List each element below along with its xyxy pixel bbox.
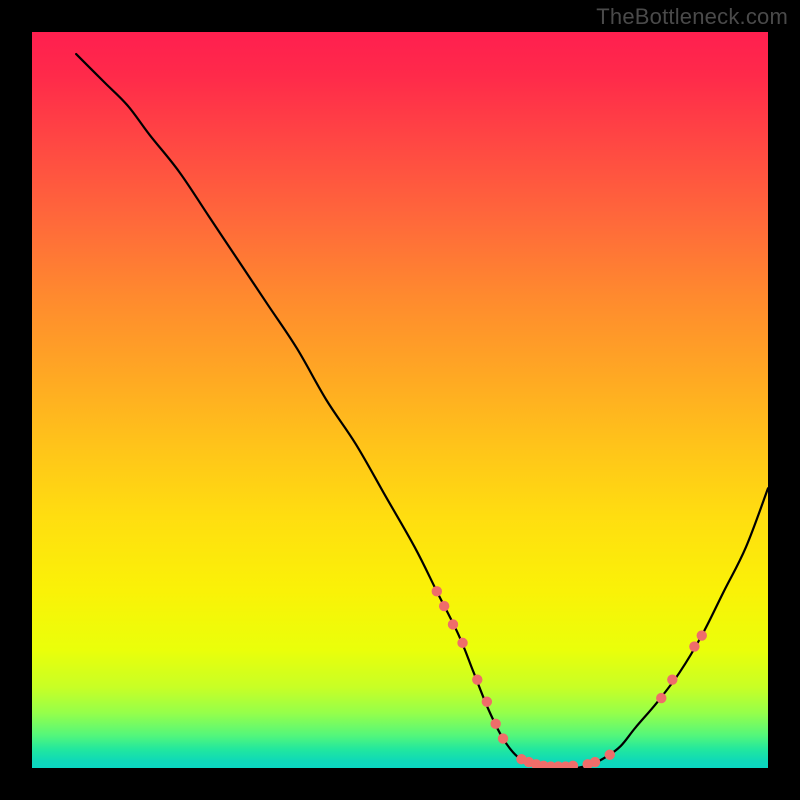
data-marker: [482, 697, 492, 707]
markers-group: [432, 586, 707, 768]
data-marker: [697, 630, 707, 640]
data-marker: [568, 761, 578, 768]
curve-svg: [32, 32, 768, 768]
data-marker: [490, 719, 500, 729]
data-marker: [667, 674, 677, 684]
data-marker: [689, 641, 699, 651]
data-marker: [472, 674, 482, 684]
watermark-text: TheBottleneck.com: [596, 4, 788, 30]
data-marker: [498, 733, 508, 743]
chart-frame: TheBottleneck.com: [0, 0, 800, 800]
data-marker: [590, 757, 600, 767]
plot-area: [32, 32, 768, 768]
data-marker: [656, 693, 666, 703]
bottleneck-curve: [76, 54, 768, 768]
data-marker: [605, 750, 615, 760]
data-marker: [432, 586, 442, 596]
data-marker: [457, 638, 467, 648]
data-marker: [448, 619, 458, 629]
data-marker: [439, 601, 449, 611]
